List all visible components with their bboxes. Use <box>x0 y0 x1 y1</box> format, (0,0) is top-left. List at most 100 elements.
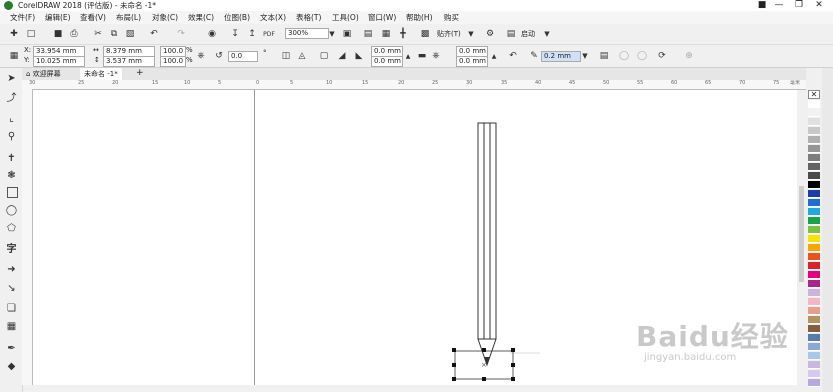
freehand-tool-icon[interactable]: ✝ <box>5 152 18 165</box>
horizontal-ruler[interactable]: 30 25 20 15 10 5 0 5 10 15 20 25 30 35 4… <box>22 80 806 90</box>
save-icon[interactable]: ■ <box>52 28 64 40</box>
artistic-media-icon[interactable]: ❃ <box>5 169 18 182</box>
close-button[interactable]: ✕ <box>808 0 830 11</box>
palette-swatch[interactable] <box>808 163 820 171</box>
minimize-button[interactable]: — <box>768 0 790 11</box>
y-position-field[interactable]: 10.025 mm <box>33 56 85 67</box>
palette-swatch[interactable] <box>808 244 820 252</box>
palette-swatch[interactable] <box>808 262 820 270</box>
palette-swatch[interactable] <box>808 172 820 180</box>
menu-text[interactable]: 文本(X) <box>260 11 286 24</box>
corner-radius-bottom-left[interactable]: 0.0 mm <box>371 56 403 67</box>
snap-icon[interactable]: ▩ <box>419 28 431 40</box>
rectangle-tool-icon[interactable] <box>7 187 18 198</box>
zoom-dropdown-icon[interactable]: ▼ <box>326 28 338 40</box>
eyedropper-icon[interactable]: ✒ <box>5 342 18 355</box>
palette-swatch[interactable] <box>808 325 820 333</box>
menu-window[interactable]: 窗口(W) <box>368 11 396 24</box>
launch-dropdown-icon[interactable]: ▼ <box>541 28 553 40</box>
palette-swatch[interactable] <box>808 109 820 117</box>
mirror-horizontal-icon[interactable]: ◫ <box>280 50 292 62</box>
polygon-tool-icon[interactable]: ⬠ <box>5 222 18 235</box>
menu-buy[interactable]: 购买 <box>444 11 459 24</box>
parallel-dimension-icon[interactable]: ➜ <box>5 263 18 276</box>
corner2-spinner-icon[interactable]: ▲ <box>488 50 500 62</box>
lock-corners-icon[interactable]: ⎈ <box>430 50 442 62</box>
chamfered-corner-icon[interactable]: ◣ <box>353 50 365 62</box>
to-front-icon[interactable]: ◯ <box>618 50 630 62</box>
menu-layout[interactable]: 布局(L) <box>116 11 141 24</box>
add-icon[interactable]: ⊕ <box>683 50 695 62</box>
show-grid-icon[interactable]: ▦ <box>380 28 392 40</box>
publish-pdf-icon[interactable]: PDF <box>263 28 275 40</box>
restore-button[interactable]: ❐ <box>788 0 810 11</box>
paste-icon[interactable]: ▧ <box>124 28 136 40</box>
search-content-icon[interactable]: ◉ <box>206 28 218 40</box>
convert-to-curves-icon[interactable]: ⟳ <box>656 50 668 62</box>
palette-swatch[interactable] <box>808 343 820 351</box>
palette-swatch[interactable] <box>808 217 820 225</box>
outline-width-field[interactable]: 0.2 mm <box>541 51 581 62</box>
round-corner-icon[interactable]: ▢ <box>318 50 330 62</box>
shape-tool-icon[interactable]: ⤴ <box>5 90 18 104</box>
scale-y-field[interactable]: 100.0 <box>160 56 186 67</box>
outline-dropdown-icon[interactable]: ▼ <box>579 50 591 62</box>
copy-icon[interactable]: ⧉ <box>108 28 120 40</box>
height-field[interactable]: 3.537 mm <box>103 56 155 67</box>
show-rulers-icon[interactable]: ▤ <box>362 28 374 40</box>
open-icon[interactable]: □ <box>25 28 37 40</box>
palette-swatch[interactable] <box>808 127 820 135</box>
relative-corner-icon[interactable]: ↶ <box>507 50 519 62</box>
new-document-icon[interactable]: ✚ <box>8 28 20 40</box>
palette-swatch[interactable] <box>808 199 820 207</box>
text-wrap-icon[interactable]: ▤ <box>598 50 610 62</box>
menu-bitmaps[interactable]: 位图(B) <box>224 11 250 24</box>
ellipse-tool-icon[interactable]: ◯ <box>5 204 18 217</box>
palette-swatch[interactable] <box>808 154 820 162</box>
palette-swatch[interactable] <box>808 190 820 198</box>
undo-icon[interactable]: ↶ <box>148 28 160 40</box>
menu-effects[interactable]: 效果(C) <box>188 11 214 24</box>
palette-swatch[interactable] <box>808 280 820 288</box>
drop-shadow-icon[interactable]: ❏ <box>5 302 18 315</box>
launch-icon[interactable]: ▤ <box>505 28 517 40</box>
zoom-tool-icon[interactable]: ⚲ <box>5 130 18 143</box>
corner-spinner-icon[interactable]: ▲ <box>402 50 414 62</box>
corner-link-icon[interactable]: ▬ <box>416 50 428 62</box>
palette-swatch[interactable] <box>808 361 820 369</box>
palette-swatch[interactable] <box>808 253 820 261</box>
text-tool-icon[interactable]: 字 <box>5 241 18 255</box>
palette-swatch[interactable] <box>808 226 820 234</box>
connector-tool-icon[interactable]: ↘ <box>5 282 18 295</box>
snap-to-label[interactable]: 贴齐(T) <box>437 30 461 39</box>
show-guidelines-icon[interactable]: ╋ <box>397 28 409 40</box>
export-icon[interactable]: ↥ <box>246 28 258 40</box>
menu-table[interactable]: 表格(T) <box>296 11 321 24</box>
transparency-tool-icon[interactable]: ▦ <box>5 320 18 333</box>
menu-tools[interactable]: 工具(O) <box>332 11 359 24</box>
import-icon[interactable]: ↧ <box>229 28 241 40</box>
mirror-vertical-icon[interactable]: ◬ <box>296 50 308 62</box>
tab-welcome[interactable]: ⌂ 欢迎屏幕 <box>22 68 65 80</box>
palette-swatch[interactable] <box>808 271 820 279</box>
palette-swatch[interactable] <box>808 118 820 126</box>
menu-file[interactable]: 文件(F) <box>10 11 35 24</box>
palette-swatch[interactable] <box>808 334 820 342</box>
scalloped-corner-icon[interactable]: ◢ <box>336 50 348 62</box>
scrollbar-thumb[interactable] <box>799 186 804 282</box>
vertical-ruler[interactable] <box>22 89 33 385</box>
print-icon[interactable]: ⎙ <box>68 28 80 40</box>
options-gear-icon[interactable]: ⚙ <box>484 28 496 40</box>
palette-swatch[interactable] <box>808 307 820 315</box>
cut-icon[interactable]: ✂ <box>92 28 104 40</box>
menu-edit[interactable]: 编辑(E) <box>45 11 71 24</box>
menu-view[interactable]: 查看(V) <box>80 11 106 24</box>
pick-tool-icon[interactable]: ➤ <box>5 72 18 85</box>
corner-radius-bottom-right[interactable]: 0.0 mm <box>456 56 488 67</box>
rotation-field[interactable]: 0.0 <box>228 51 258 62</box>
new-tab-icon[interactable]: + <box>132 68 148 80</box>
palette-swatch[interactable] <box>808 208 820 216</box>
palette-swatch[interactable] <box>808 379 820 387</box>
vertical-scrollbar[interactable] <box>797 90 806 385</box>
lock-ratio-icon[interactable]: ⎈ <box>195 50 207 62</box>
